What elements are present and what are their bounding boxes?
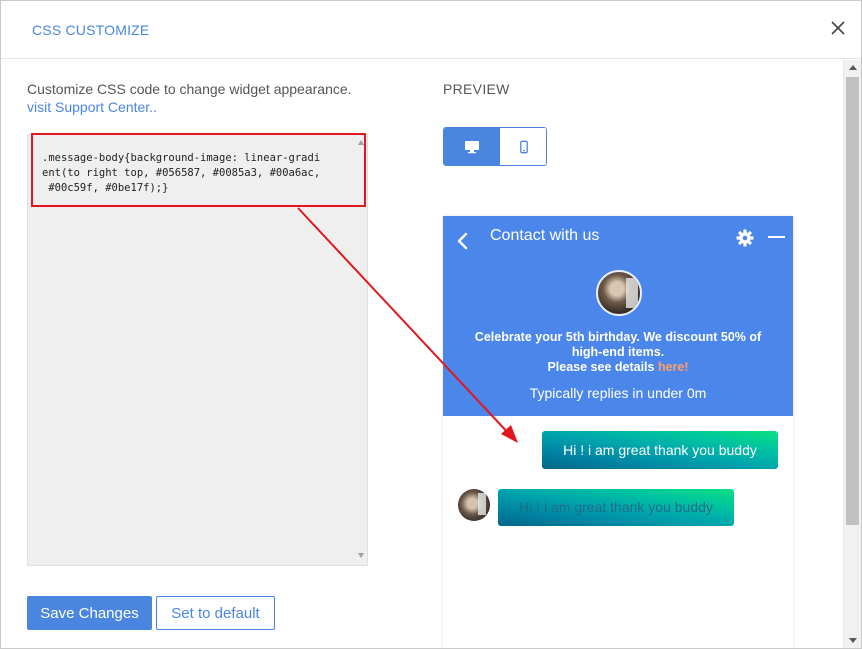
- scroll-thumb[interactable]: [846, 77, 859, 525]
- editor-scroll-down-icon[interactable]: [358, 553, 364, 558]
- set-to-default-button[interactable]: Set to default: [156, 596, 275, 630]
- widget-title: Contact with us: [490, 227, 600, 244]
- back-chevron-icon[interactable]: [455, 230, 471, 252]
- support-center-link[interactable]: visit Support Center..: [27, 98, 157, 116]
- dialog-header: CSS CUSTOMIZE: [1, 1, 861, 59]
- minimize-icon[interactable]: [768, 236, 785, 238]
- chat-widget-preview: Contact with us Celebrate your 5th birth…: [443, 216, 793, 648]
- reply-time-text: Typically replies in under 0m: [529, 385, 707, 401]
- save-changes-button[interactable]: Save Changes: [27, 596, 152, 630]
- scroll-down-icon[interactable]: [849, 638, 857, 643]
- agent-avatar: [596, 270, 642, 316]
- css-code-text[interactable]: .message-body{background-image: linear-g…: [42, 151, 342, 196]
- editor-scroll-up-icon[interactable]: [358, 140, 364, 145]
- announcement-text: Celebrate your 5th birthday. We discount…: [463, 330, 773, 375]
- announcement-main: Celebrate your 5th birthday. We discount…: [474, 330, 762, 359]
- close-icon[interactable]: [827, 17, 849, 39]
- widget-header: Contact with us Celebrate your 5th birth…: [443, 216, 793, 416]
- css-code-editor[interactable]: .message-body{background-image: linear-g…: [27, 134, 368, 566]
- mobile-icon[interactable]: [499, 128, 546, 165]
- dialog-scrollbar[interactable]: [843, 60, 861, 648]
- announcement-details: Please see details: [547, 360, 658, 374]
- scroll-up-icon[interactable]: [849, 65, 857, 70]
- incoming-message-avatar: [458, 489, 490, 521]
- dialog-title: CSS CUSTOMIZE: [32, 22, 150, 38]
- gear-icon[interactable]: [736, 229, 754, 247]
- desktop-icon[interactable]: [444, 128, 499, 165]
- outgoing-message-bubble: Hi ! i am great thank you buddy: [542, 431, 778, 469]
- announcement-link[interactable]: here!: [658, 360, 689, 374]
- incoming-message-bubble: Hi ! i am great thank you buddy: [498, 489, 734, 526]
- device-toggle: [443, 127, 547, 166]
- preview-label: PREVIEW: [443, 81, 510, 97]
- editor-description: Customize CSS code to change widget appe…: [27, 81, 352, 97]
- css-customize-dialog: CSS CUSTOMIZE Customize CSS code to chan…: [0, 0, 862, 649]
